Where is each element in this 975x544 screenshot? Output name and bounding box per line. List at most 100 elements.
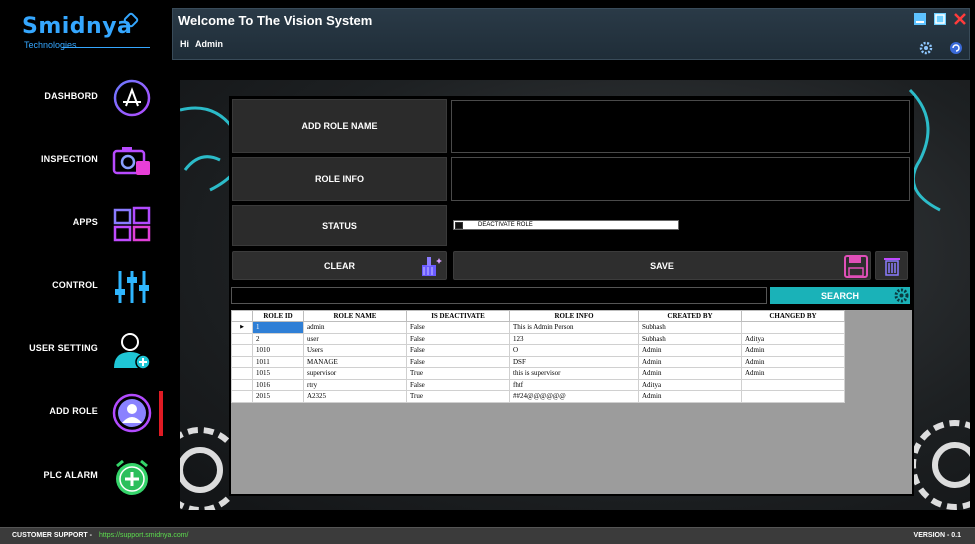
cell-role-id[interactable]: 2015 <box>252 390 304 403</box>
close-icon[interactable] <box>954 13 966 25</box>
role-info-input[interactable] <box>451 157 910 201</box>
cell-role-info[interactable]: ##24@@@@@@ <box>509 390 639 403</box>
sidebar-item-plc-alarm[interactable]: PLC ALARM <box>0 449 168 501</box>
status-label: STATUS <box>232 205 447 246</box>
cell-role-name[interactable]: MANAGE <box>303 355 407 368</box>
sidebar-item-add-role[interactable]: ADD ROLE <box>0 385 168 437</box>
clear-button[interactable]: CLEAR <box>232 251 447 280</box>
user-name: Admin <box>195 39 223 49</box>
column-header-role-name[interactable]: ROLE NAME <box>303 310 407 322</box>
sidebar-item-control[interactable]: CONTROL <box>0 259 168 311</box>
row-selector[interactable] <box>231 344 253 357</box>
cell-changed-by[interactable]: Admin <box>741 355 845 368</box>
column-header-created-by[interactable]: CREATED BY <box>638 310 742 322</box>
cell-changed-by[interactable] <box>741 390 845 403</box>
cell-role-name[interactable]: user <box>303 332 407 345</box>
gear-icon[interactable] <box>919 41 933 55</box>
page-title: Welcome To The Vision System <box>178 13 373 28</box>
cell-role-info[interactable]: 123 <box>509 332 639 345</box>
cell-role-info[interactable]: This is Admin Person <box>509 321 639 334</box>
deactivate-role-label: DEACTIVATE ROLE <box>478 222 533 228</box>
cell-created-by[interactable]: Aditya <box>638 378 742 391</box>
cell-is-deactivate[interactable]: False <box>406 355 510 368</box>
refresh-icon[interactable] <box>949 41 963 55</box>
row-selector[interactable] <box>231 390 253 403</box>
minimize-icon[interactable] <box>914 13 926 25</box>
cell-role-name[interactable]: rtry <box>303 378 407 391</box>
cell-is-deactivate[interactable]: False <box>406 344 510 357</box>
roles-table: ROLE ID ROLE NAME IS DEACTIVATE ROLE INF… <box>231 310 845 403</box>
sidebar-item-apps[interactable]: APPS <box>0 196 168 248</box>
cell-is-deactivate[interactable]: False <box>406 378 510 391</box>
role-name-input[interactable] <box>451 100 910 153</box>
cell-role-id[interactable]: 1010 <box>252 344 304 357</box>
sidebar-item-user-setting[interactable]: USER SETTING <box>0 322 168 374</box>
cell-role-info[interactable]: this is supervisor <box>509 367 639 380</box>
cell-role-name[interactable]: admin <box>303 321 407 334</box>
cell-role-info[interactable]: fhtf <box>509 378 639 391</box>
table-row[interactable]: ▶ 1 admin False This is Admin Person Sub… <box>231 321 845 334</box>
cell-created-by[interactable]: Admin <box>638 344 742 357</box>
role-name-label: ADD ROLE NAME <box>232 99 447 153</box>
cell-role-name[interactable]: Users <box>303 344 407 357</box>
cell-created-by[interactable]: Subhash <box>638 332 742 345</box>
column-header-role-info[interactable]: ROLE INFO <box>509 310 639 322</box>
cell-changed-by[interactable] <box>741 321 845 334</box>
row-selector[interactable] <box>231 355 253 368</box>
cell-changed-by[interactable]: Admin <box>741 367 845 380</box>
footer-bar: CUSTOMER SUPPORT - https://support.smidn… <box>0 527 975 544</box>
sidebar-item-label: CONTROL <box>52 280 98 290</box>
cell-is-deactivate[interactable]: True <box>406 367 510 380</box>
cell-is-deactivate[interactable]: False <box>406 321 510 334</box>
row-selector[interactable] <box>231 332 253 345</box>
table-row[interactable]: 1016 rtry False fhtf Aditya <box>231 378 845 391</box>
customer-support-label: CUSTOMER SUPPORT - <box>12 532 92 539</box>
save-button[interactable]: SAVE <box>453 251 871 280</box>
cell-created-by[interactable]: Admin <box>638 390 742 403</box>
table-row[interactable]: 1010 Users False O Admin Admin <box>231 344 845 357</box>
cell-role-name[interactable]: supervisor <box>303 367 407 380</box>
cell-created-by[interactable]: Subhash <box>638 321 742 334</box>
deactivate-role-checkbox[interactable] <box>455 222 463 229</box>
table-header-row: ROLE ID ROLE NAME IS DEACTIVATE ROLE INF… <box>231 310 845 322</box>
search-input[interactable] <box>231 287 767 304</box>
table-row[interactable]: 2015 A2325 True ##24@@@@@@ Admin <box>231 390 845 403</box>
cell-created-by[interactable]: Admin <box>638 367 742 380</box>
user-circle-icon <box>112 393 152 433</box>
cell-changed-by[interactable]: Aditya <box>741 332 845 345</box>
sidebar-item-dashbord[interactable]: DASHBORD <box>0 70 168 122</box>
column-header-changed-by[interactable]: CHANGED BY <box>741 310 845 322</box>
search-button[interactable]: SEARCH <box>770 287 910 304</box>
cell-changed-by[interactable]: Admin <box>741 344 845 357</box>
column-header-role-id[interactable]: ROLE ID <box>252 310 304 322</box>
row-selector[interactable] <box>231 378 253 391</box>
cell-role-id[interactable]: 1 <box>252 321 304 334</box>
cell-is-deactivate[interactable]: False <box>406 332 510 345</box>
delete-button[interactable] <box>875 251 908 280</box>
cell-role-id[interactable]: 1015 <box>252 367 304 380</box>
cell-role-id[interactable]: 1011 <box>252 355 304 368</box>
row-selector-icon[interactable]: ▶ <box>231 321 253 334</box>
cell-role-id[interactable]: 2 <box>252 332 304 345</box>
cell-role-name[interactable]: A2325 <box>303 390 407 403</box>
row-selector[interactable] <box>231 367 253 380</box>
clear-button-label: CLEAR <box>324 260 355 271</box>
table-row[interactable]: 2 user False 123 Subhash Aditya <box>231 332 845 345</box>
table-row[interactable]: 1015 supervisor True this is supervisor … <box>231 367 845 380</box>
windows-icon <box>113 206 151 242</box>
cell-created-by[interactable]: Admin <box>638 355 742 368</box>
cell-is-deactivate[interactable]: True <box>406 390 510 403</box>
cell-role-info[interactable]: O <box>509 344 639 357</box>
support-link[interactable]: https://support.smidnya.com/ <box>99 532 188 539</box>
table-row[interactable]: 1011 MANAGE False DSF Admin Admin <box>231 355 845 368</box>
cell-role-id[interactable]: 1016 <box>252 378 304 391</box>
sidebar-item-inspection[interactable]: INSPECTION <box>0 133 168 185</box>
header-bar: Welcome To The Vision System Hi Admin <box>172 8 970 60</box>
active-item-marker <box>159 391 163 436</box>
cell-changed-by[interactable] <box>741 378 845 391</box>
maximize-icon[interactable] <box>934 13 946 25</box>
column-header-is-deactivate[interactable]: IS DEACTIVATE <box>406 310 510 322</box>
broom-icon <box>422 257 442 276</box>
row-header-corner <box>231 310 253 322</box>
cell-role-info[interactable]: DSF <box>509 355 639 368</box>
